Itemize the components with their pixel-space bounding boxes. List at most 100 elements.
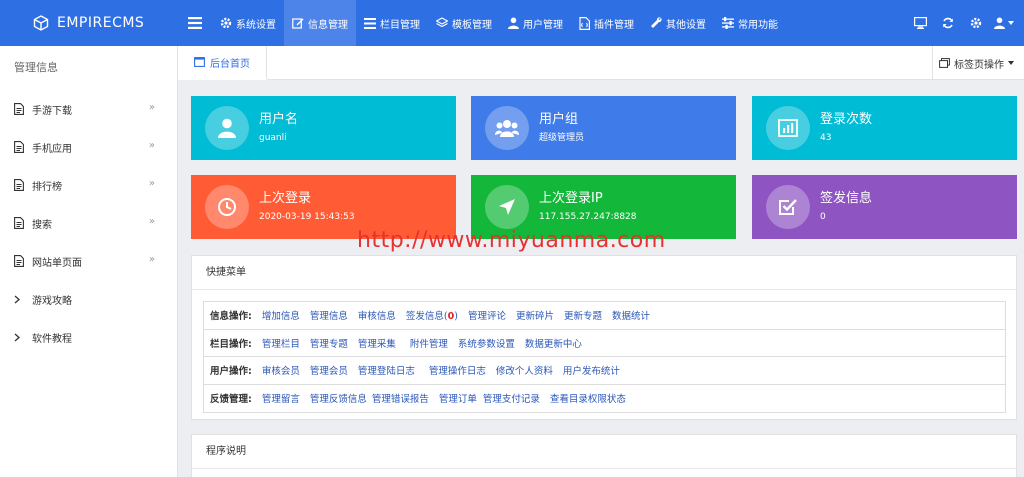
double-chevron-icon: » [148, 140, 155, 151]
refresh-button[interactable] [934, 0, 962, 46]
card-title: 登录次数 [820, 112, 873, 127]
user-icon [218, 118, 236, 138]
caret-down-icon [1008, 21, 1014, 25]
nav-user-management[interactable]: 用户管理 [500, 0, 571, 46]
card-user-group: 用户组 超级管理员 [471, 96, 736, 160]
sidebar-item-label: 手游下载 [32, 105, 72, 117]
link-error-reports[interactable]: 管理错误报告 [372, 391, 429, 405]
card-value: 0 [820, 212, 826, 222]
cube-icon [33, 15, 49, 31]
desktop-button[interactable] [906, 0, 934, 46]
link-system-params[interactable]: 系统参数设置 [458, 336, 515, 350]
brand-logo[interactable]: EMPIRECMS [0, 0, 178, 46]
link-data-update-center[interactable]: 数据更新中心 [525, 336, 582, 350]
nav-other-settings[interactable]: 其他设置 [642, 0, 714, 46]
link-data-stats[interactable]: 数据统计 [612, 308, 650, 322]
nav-label: 其他设置 [666, 19, 706, 31]
link-directory-permissions[interactable]: 查看目录权限状态 [550, 391, 626, 405]
tab-ops-label: 标签页操作 [954, 59, 1004, 71]
file-icon [14, 103, 24, 115]
tab-bar: 后台首页 标签页操作 [178, 46, 1024, 80]
row-label: 反馈管理: [210, 394, 252, 406]
link-user-post-stats[interactable]: 用户发布统计 [563, 363, 620, 377]
double-chevron-icon: » [148, 216, 155, 227]
link-edit-profile[interactable]: 修改个人资料 [496, 363, 553, 377]
link-manage-comments[interactable]: 管理评论 [468, 308, 506, 322]
link-manage-topics[interactable]: 管理专题 [310, 336, 348, 350]
clock-icon [218, 198, 236, 216]
program-info-panel: 程序说明 [191, 434, 1017, 477]
link-manage-members[interactable]: 管理会员 [310, 363, 348, 377]
tab-label: 后台首页 [210, 58, 250, 70]
link-manage-feedback[interactable]: 管理反馈信息 [310, 391, 367, 405]
link-manage-columns[interactable]: 管理栏目 [262, 336, 300, 350]
sidebar: 管理信息 手游下载 » 手机应用 » 排行榜 » 搜索 » 网站单页面 » 游戏… [0, 46, 178, 477]
card-value: guanli [259, 133, 287, 143]
hamburger-icon [188, 17, 202, 29]
nav-common-functions[interactable]: 常用功能 [714, 0, 786, 46]
nav-label: 系统设置 [236, 19, 276, 31]
settings-button[interactable] [962, 0, 990, 46]
link-review-members[interactable]: 审核会员 [262, 363, 300, 377]
nav-label: 用户管理 [523, 19, 563, 31]
quick-menu-table: 信息操作: 增加信息 管理信息 审核信息 签发信息(0) 管理评论 更新碎片 更… [203, 301, 1006, 413]
sidebar-item-game-guides[interactable]: 游戏攻略 [0, 280, 177, 318]
link-manage-info[interactable]: 管理信息 [310, 308, 348, 322]
link-review-info[interactable]: 审核信息 [358, 308, 396, 322]
gear-icon [970, 17, 982, 29]
edit-icon [292, 18, 304, 29]
link-manage-messages[interactable]: 管理留言 [262, 391, 300, 405]
link-operation-logs[interactable]: 管理操作日志 [429, 363, 486, 377]
menu-toggle-button[interactable] [178, 0, 212, 46]
panel-title: 快捷菜单 [192, 256, 1016, 290]
tab-dashboard-home[interactable]: 后台首页 [178, 46, 267, 80]
link-add-info[interactable]: 增加信息 [262, 308, 300, 322]
nav-column-management[interactable]: 栏目管理 [356, 0, 428, 46]
link-sign-info[interactable]: 签发信息(0) [406, 308, 458, 322]
sidebar-item-single-pages[interactable]: 网站单页面 » [0, 242, 177, 280]
nav-plugin-management[interactable]: 插件管理 [571, 0, 642, 46]
user-menu-button[interactable] [990, 0, 1018, 46]
sidebar-item-label: 软件教程 [32, 333, 72, 345]
sidebar-item-mobile-apps[interactable]: 手机应用 » [0, 128, 177, 166]
link-login-logs[interactable]: 管理登陆日志 [358, 363, 415, 377]
nav-info-management[interactable]: 信息管理 [284, 0, 356, 46]
plugin-file-icon [579, 16, 590, 30]
link-attachment-management[interactable]: 附件管理 [410, 336, 448, 350]
row-label: 信息操作: [210, 311, 252, 323]
sidebar-item-search[interactable]: 搜索 » [0, 204, 177, 242]
quick-row-feedback: 反馈管理: 管理留言 管理反馈信息 管理错误报告 管理订单 管理支付记录 查看目… [204, 385, 1005, 413]
window-icon [194, 57, 205, 67]
sidebar-item-label: 排行榜 [32, 181, 62, 193]
link-manage-orders[interactable]: 管理订单 [439, 391, 477, 405]
card-title: 用户组 [539, 112, 579, 127]
file-icon [14, 217, 24, 229]
tab-operations-dropdown[interactable]: 标签页操作 [932, 46, 1024, 80]
file-icon [14, 141, 24, 153]
nav-system-settings[interactable]: 系统设置 [212, 0, 284, 46]
wrench-icon [651, 17, 662, 28]
card-value: 43 [820, 133, 832, 143]
row-label: 用户操作: [210, 366, 252, 378]
sidebar-item-software-tutorials[interactable]: 软件教程 [0, 318, 177, 356]
quick-row-info-ops: 信息操作: 增加信息 管理信息 审核信息 签发信息(0) 管理评论 更新碎片 更… [204, 302, 1005, 330]
top-right-tools [906, 0, 1024, 46]
link-payment-records[interactable]: 管理支付记录 [483, 391, 540, 405]
sliders-icon [722, 17, 734, 29]
link-update-topics[interactable]: 更新专题 [564, 308, 602, 322]
card-signed-info: 签发信息 0 [752, 175, 1017, 239]
sidebar-item-mobile-game-download[interactable]: 手游下载 » [0, 90, 177, 128]
link-manage-collection[interactable]: 管理采集 [358, 336, 396, 350]
card-username: 用户名 guanli [191, 96, 456, 160]
nav-label: 栏目管理 [380, 19, 420, 31]
file-icon [14, 255, 24, 267]
card-title: 用户名 [259, 112, 299, 127]
row-label: 栏目操作: [210, 338, 252, 350]
sidebar-item-label: 搜索 [32, 219, 52, 231]
desktop-icon [913, 17, 927, 29]
sidebar-item-rankings[interactable]: 排行榜 » [0, 166, 177, 204]
nav-template-management[interactable]: 模板管理 [428, 0, 500, 46]
link-update-fragments[interactable]: 更新碎片 [516, 308, 554, 322]
sidebar-item-label: 手机应用 [32, 143, 72, 155]
tabs-icon [939, 58, 950, 68]
